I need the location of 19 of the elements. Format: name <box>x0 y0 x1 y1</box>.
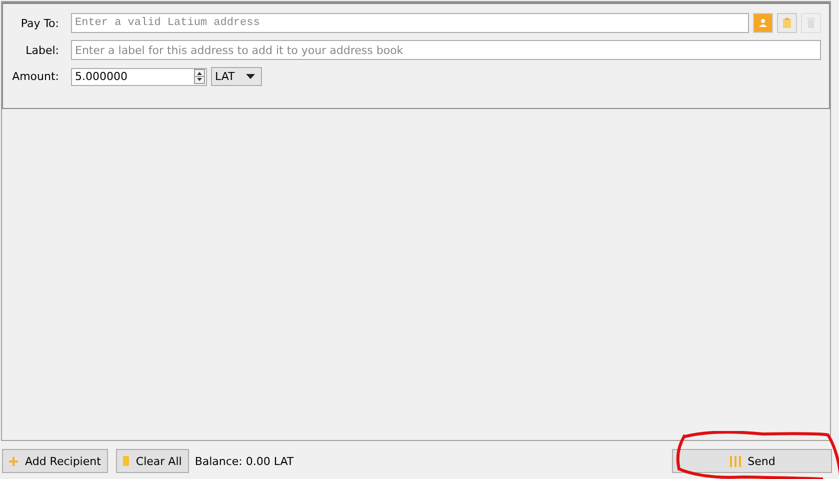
paste-button[interactable] <box>777 13 797 33</box>
clear-all-button[interactable]: Clear All <box>116 449 189 473</box>
label-label: Label: <box>24 44 60 56</box>
plus-icon <box>9 456 18 466</box>
spinner-arrows-icon <box>194 69 205 84</box>
address-book-button[interactable] <box>753 13 773 33</box>
pay-to-field[interactable]: Enter a valid Latium address <box>71 13 749 33</box>
clipboard-icon <box>782 17 792 29</box>
send-button[interactable]: Send <box>672 449 832 473</box>
send-icon <box>728 455 742 467</box>
amount-label: Amount: <box>11 70 60 83</box>
pay-to-label: Pay To: <box>20 16 60 30</box>
caret-icon <box>246 74 255 79</box>
person-icon <box>758 18 768 28</box>
add-recipient-button[interactable]: Add Recipient <box>2 449 108 473</box>
balance-text: Balance: 0.00 LAT <box>194 454 294 468</box>
label-field[interactable]: Enter a label for this address to add it to your address book <box>71 40 821 60</box>
amount-field[interactable]: 5.000000 <box>71 68 207 86</box>
unit-dropdown[interactable]: LAT <box>211 67 262 86</box>
